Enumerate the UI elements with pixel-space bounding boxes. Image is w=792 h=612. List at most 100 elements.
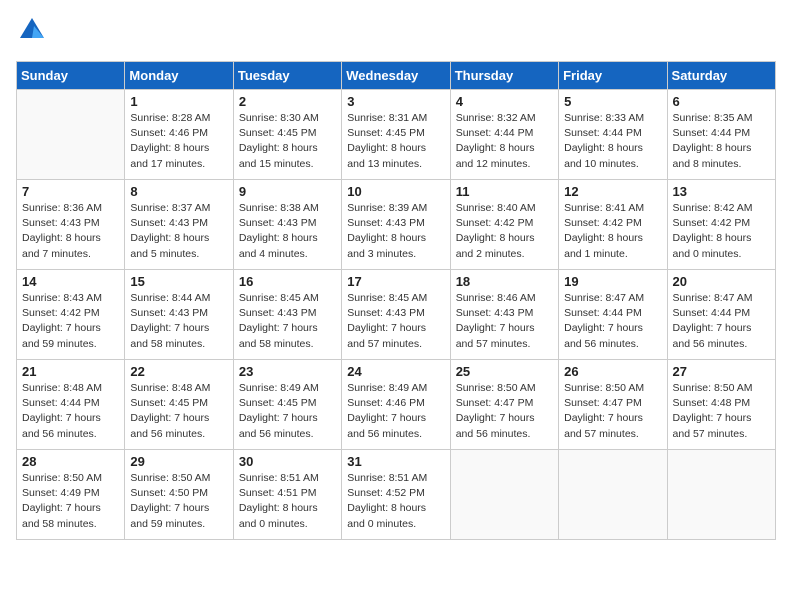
weekday-header-thursday: Thursday bbox=[450, 62, 558, 90]
weekday-header-tuesday: Tuesday bbox=[233, 62, 341, 90]
day-cell: 4 Sunrise: 8:32 AM Sunset: 4:44 PM Daylig… bbox=[450, 90, 558, 180]
day-number: 8 bbox=[130, 184, 227, 199]
day-number: 18 bbox=[456, 274, 553, 289]
day-info: Sunrise: 8:51 AM Sunset: 4:52 PM Dayligh… bbox=[347, 471, 444, 532]
day-number: 25 bbox=[456, 364, 553, 379]
day-info: Sunrise: 8:40 AM Sunset: 4:42 PM Dayligh… bbox=[456, 201, 553, 262]
week-row-1: 1 Sunrise: 8:28 AM Sunset: 4:46 PM Daylig… bbox=[17, 90, 776, 180]
day-number: 15 bbox=[130, 274, 227, 289]
day-info: Sunrise: 8:50 AM Sunset: 4:49 PM Dayligh… bbox=[22, 471, 119, 532]
day-info: Sunrise: 8:33 AM Sunset: 4:44 PM Dayligh… bbox=[564, 111, 661, 172]
day-cell bbox=[17, 90, 125, 180]
day-number: 19 bbox=[564, 274, 661, 289]
week-row-4: 21 Sunrise: 8:48 AM Sunset: 4:44 PM Dayli… bbox=[17, 360, 776, 450]
day-cell: 1 Sunrise: 8:28 AM Sunset: 4:46 PM Daylig… bbox=[125, 90, 233, 180]
day-number: 11 bbox=[456, 184, 553, 199]
day-cell: 29 Sunrise: 8:50 AM Sunset: 4:50 PM Dayli… bbox=[125, 450, 233, 540]
day-number: 29 bbox=[130, 454, 227, 469]
weekday-header-row: SundayMondayTuesdayWednesdayThursdayFrid… bbox=[17, 62, 776, 90]
day-number: 10 bbox=[347, 184, 444, 199]
day-cell: 24Sunrise: 8:49 AM Sunset: 4:46 PM Dayli… bbox=[342, 360, 450, 450]
day-cell: 17 Sunrise: 8:45 AM Sunset: 4:43 PM Dayli… bbox=[342, 270, 450, 360]
week-row-5: 28 Sunrise: 8:50 AM Sunset: 4:49 PM Dayli… bbox=[17, 450, 776, 540]
day-number: 2 bbox=[239, 94, 336, 109]
day-cell: 3 Sunrise: 8:31 AM Sunset: 4:45 PM Daylig… bbox=[342, 90, 450, 180]
day-cell: 27Sunrise: 8:50 AM Sunset: 4:48 PM Dayli… bbox=[667, 360, 775, 450]
day-info: Sunrise: 8:49 AM Sunset: 4:45 PM Dayligh… bbox=[239, 381, 336, 442]
weekday-header-wednesday: Wednesday bbox=[342, 62, 450, 90]
day-cell: 9 Sunrise: 8:38 AM Sunset: 4:43 PM Daylig… bbox=[233, 180, 341, 270]
day-cell: 6Sunrise: 8:35 AM Sunset: 4:44 PM Daylig… bbox=[667, 90, 775, 180]
day-cell: 26 Sunrise: 8:50 AM Sunset: 4:47 PM Dayli… bbox=[559, 360, 667, 450]
day-number: 5 bbox=[564, 94, 661, 109]
day-info: Sunrise: 8:36 AM Sunset: 4:43 PM Dayligh… bbox=[22, 201, 119, 262]
weekday-header-friday: Friday bbox=[559, 62, 667, 90]
day-info: Sunrise: 8:45 AM Sunset: 4:43 PM Dayligh… bbox=[347, 291, 444, 352]
day-number: 9 bbox=[239, 184, 336, 199]
day-number: 13 bbox=[673, 184, 770, 199]
logo-icon bbox=[18, 16, 46, 44]
day-cell: 10 Sunrise: 8:39 AM Sunset: 4:43 PM Dayli… bbox=[342, 180, 450, 270]
day-number: 23 bbox=[239, 364, 336, 379]
day-cell: 7Sunrise: 8:36 AM Sunset: 4:43 PM Daylig… bbox=[17, 180, 125, 270]
day-cell: 30 Sunrise: 8:51 AM Sunset: 4:51 PM Dayli… bbox=[233, 450, 341, 540]
day-info: Sunrise: 8:50 AM Sunset: 4:48 PM Dayligh… bbox=[673, 381, 770, 442]
day-info: Sunrise: 8:50 AM Sunset: 4:50 PM Dayligh… bbox=[130, 471, 227, 532]
day-info: Sunrise: 8:32 AM Sunset: 4:44 PM Dayligh… bbox=[456, 111, 553, 172]
day-cell: 19 Sunrise: 8:47 AM Sunset: 4:44 PM Dayli… bbox=[559, 270, 667, 360]
calendar-header: SundayMondayTuesdayWednesdayThursdayFrid… bbox=[17, 62, 776, 90]
week-row-2: 7Sunrise: 8:36 AM Sunset: 4:43 PM Daylig… bbox=[17, 180, 776, 270]
day-number: 22 bbox=[130, 364, 227, 379]
day-info: Sunrise: 8:47 AM Sunset: 4:44 PM Dayligh… bbox=[673, 291, 770, 352]
weekday-header-saturday: Saturday bbox=[667, 62, 775, 90]
day-number: 1 bbox=[130, 94, 227, 109]
day-cell bbox=[559, 450, 667, 540]
day-number: 17 bbox=[347, 274, 444, 289]
day-info: Sunrise: 8:50 AM Sunset: 4:47 PM Dayligh… bbox=[564, 381, 661, 442]
day-cell: 22Sunrise: 8:48 AM Sunset: 4:45 PM Dayli… bbox=[125, 360, 233, 450]
day-number: 16 bbox=[239, 274, 336, 289]
day-cell: 21 Sunrise: 8:48 AM Sunset: 4:44 PM Dayli… bbox=[17, 360, 125, 450]
day-number: 20 bbox=[673, 274, 770, 289]
day-cell: 5 Sunrise: 8:33 AM Sunset: 4:44 PM Daylig… bbox=[559, 90, 667, 180]
day-info: Sunrise: 8:28 AM Sunset: 4:46 PM Dayligh… bbox=[130, 111, 227, 172]
day-number: 30 bbox=[239, 454, 336, 469]
day-cell: 12Sunrise: 8:41 AM Sunset: 4:42 PM Dayli… bbox=[559, 180, 667, 270]
day-info: Sunrise: 8:35 AM Sunset: 4:44 PM Dayligh… bbox=[673, 111, 770, 172]
day-cell: 31Sunrise: 8:51 AM Sunset: 4:52 PM Dayli… bbox=[342, 450, 450, 540]
day-number: 26 bbox=[564, 364, 661, 379]
day-number: 4 bbox=[456, 94, 553, 109]
day-info: Sunrise: 8:44 AM Sunset: 4:43 PM Dayligh… bbox=[130, 291, 227, 352]
day-cell: 15 Sunrise: 8:44 AM Sunset: 4:43 PM Dayli… bbox=[125, 270, 233, 360]
logo bbox=[16, 16, 46, 49]
day-number: 21 bbox=[22, 364, 119, 379]
day-cell: 25Sunrise: 8:50 AM Sunset: 4:47 PM Dayli… bbox=[450, 360, 558, 450]
day-info: Sunrise: 8:31 AM Sunset: 4:45 PM Dayligh… bbox=[347, 111, 444, 172]
day-info: Sunrise: 8:38 AM Sunset: 4:43 PM Dayligh… bbox=[239, 201, 336, 262]
day-info: Sunrise: 8:51 AM Sunset: 4:51 PM Dayligh… bbox=[239, 471, 336, 532]
day-number: 3 bbox=[347, 94, 444, 109]
day-cell: 14Sunrise: 8:43 AM Sunset: 4:42 PM Dayli… bbox=[17, 270, 125, 360]
calendar-body: 1 Sunrise: 8:28 AM Sunset: 4:46 PM Daylig… bbox=[17, 90, 776, 540]
day-cell: 2 Sunrise: 8:30 AM Sunset: 4:45 PM Daylig… bbox=[233, 90, 341, 180]
day-cell bbox=[667, 450, 775, 540]
day-cell: 16 Sunrise: 8:45 AM Sunset: 4:43 PM Dayli… bbox=[233, 270, 341, 360]
day-info: Sunrise: 8:39 AM Sunset: 4:43 PM Dayligh… bbox=[347, 201, 444, 262]
day-info: Sunrise: 8:47 AM Sunset: 4:44 PM Dayligh… bbox=[564, 291, 661, 352]
day-cell: 20 Sunrise: 8:47 AM Sunset: 4:44 PM Dayli… bbox=[667, 270, 775, 360]
day-number: 28 bbox=[22, 454, 119, 469]
day-info: Sunrise: 8:49 AM Sunset: 4:46 PM Dayligh… bbox=[347, 381, 444, 442]
day-number: 14 bbox=[22, 274, 119, 289]
day-cell: 18Sunrise: 8:46 AM Sunset: 4:43 PM Dayli… bbox=[450, 270, 558, 360]
day-info: Sunrise: 8:45 AM Sunset: 4:43 PM Dayligh… bbox=[239, 291, 336, 352]
day-cell: 11 Sunrise: 8:40 AM Sunset: 4:42 PM Dayli… bbox=[450, 180, 558, 270]
day-info: Sunrise: 8:42 AM Sunset: 4:42 PM Dayligh… bbox=[673, 201, 770, 262]
calendar-table: SundayMondayTuesdayWednesdayThursdayFrid… bbox=[16, 61, 776, 540]
day-info: Sunrise: 8:41 AM Sunset: 4:42 PM Dayligh… bbox=[564, 201, 661, 262]
day-info: Sunrise: 8:48 AM Sunset: 4:44 PM Dayligh… bbox=[22, 381, 119, 442]
page-header bbox=[16, 16, 776, 49]
day-cell bbox=[450, 450, 558, 540]
weekday-header-monday: Monday bbox=[125, 62, 233, 90]
day-info: Sunrise: 8:30 AM Sunset: 4:45 PM Dayligh… bbox=[239, 111, 336, 172]
day-info: Sunrise: 8:37 AM Sunset: 4:43 PM Dayligh… bbox=[130, 201, 227, 262]
